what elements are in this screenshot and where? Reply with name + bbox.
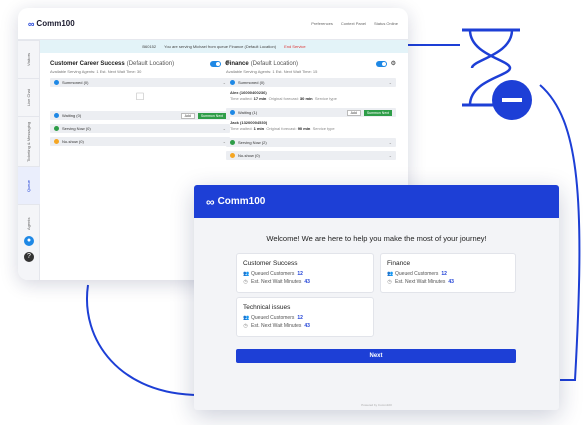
- waiting-icon: [54, 113, 59, 118]
- row-serving[interactable]: Serving Now (2) ⌄: [226, 138, 396, 147]
- panel-title: Finance (Default Location) ⚙: [226, 60, 396, 67]
- serving-icon: [230, 140, 235, 145]
- logo-text: Comm100: [36, 19, 75, 28]
- row-label: No-show (0): [238, 153, 260, 158]
- queued-line: 👥 Queued Customers 12: [387, 270, 447, 277]
- customer-kiosk-window: ∞ Comm100 Welcome! We are here to help y…: [194, 185, 559, 410]
- serving-icon: [54, 126, 59, 131]
- panel-location: (Default Location): [126, 60, 175, 67]
- row-label: Serving Now (2): [238, 140, 267, 145]
- queue-card-technical-issues[interactable]: Technical issues 👥 Queued Customers 12 ◷ E…: [236, 297, 374, 337]
- row-label: Waiting (0): [62, 113, 82, 118]
- preferences-link[interactable]: Preferences: [311, 21, 333, 26]
- queue-card-customer-success[interactable]: Customer Success 👥 Queued Customers 12 ◷ E…: [236, 253, 374, 293]
- wait-line: ◷ Est. Next Wait Minutes 43: [387, 278, 454, 285]
- summon-next-button[interactable]: Summon Next: [197, 112, 226, 119]
- customer-meta: Time waited: 17 min Original forecast: 3…: [230, 96, 337, 101]
- decor-line-left: [86, 284, 201, 396]
- summoned-icon: [230, 80, 235, 85]
- chevron-down-icon[interactable]: ⌄: [389, 140, 392, 145]
- header-links: Preferences Context Panel Status Online: [311, 21, 398, 26]
- panel-location: (Default Location): [250, 60, 299, 67]
- row-summoned[interactable]: Summoned (0) ⌄: [226, 78, 396, 87]
- people-icon: 👥: [243, 314, 250, 321]
- add-button[interactable]: Add: [180, 112, 195, 119]
- no-show-icon: [54, 139, 59, 144]
- queued-line: 👥 Queued Customers 12: [243, 270, 303, 277]
- row-label: Waiting (1): [238, 110, 258, 115]
- end-service-button[interactable]: End Service: [284, 44, 306, 49]
- summon-next-button[interactable]: Summon Next: [363, 109, 392, 116]
- waiting-icon: [230, 110, 235, 115]
- wait-line: ◷ Est. Next Wait Minutes 43: [243, 278, 310, 285]
- queue-toggle[interactable]: [209, 60, 221, 67]
- row-serving[interactable]: Serving Now (0) ⌄: [50, 124, 230, 133]
- add-button[interactable]: Add: [346, 109, 361, 116]
- card-title: Technical issues: [243, 304, 291, 311]
- row-no-show[interactable]: No-show (0) ⌄: [226, 151, 396, 160]
- sidebar-item-live-chat[interactable]: Live Chat: [18, 78, 40, 116]
- row-summoned[interactable]: Summoned (0) ⌄: [50, 78, 230, 87]
- next-button[interactable]: Next: [236, 349, 516, 363]
- status-menu[interactable]: Status Online: [374, 21, 398, 26]
- row-waiting[interactable]: Waiting (0) Add Summon Next: [50, 111, 230, 120]
- panel-title-text: Customer Career Success: [50, 60, 125, 67]
- logo-mark-icon: ∞: [28, 18, 35, 29]
- row-label: No-show (0): [62, 139, 84, 144]
- banner-text: You are serving Michael from queue Finan…: [164, 44, 277, 49]
- sidebar: Visitors Live Chat Ticketing & Messaging…: [18, 40, 40, 280]
- minus-circle-icon: [492, 80, 532, 120]
- row-label: Summoned (0): [62, 80, 89, 85]
- queue-panel-finance: Finance (Default Location) ⚙ Available S…: [226, 60, 396, 160]
- card-title: Finance: [387, 260, 411, 267]
- powered-by: Powered by Comm100: [361, 403, 392, 407]
- chevron-down-icon[interactable]: ⌄: [389, 80, 392, 85]
- panel-subtitle: Available Serving Agents: 1 Est. Next Wa…: [50, 69, 142, 74]
- sidebar-item-ticketing[interactable]: Ticketing & Messaging: [18, 116, 40, 166]
- row-waiting[interactable]: Waiting (1) Add Summon Next: [226, 108, 396, 117]
- gear-icon[interactable]: ⚙: [391, 60, 396, 67]
- comm100-logo: ∞ Comm100: [28, 19, 75, 29]
- kiosk-header: ∞ Comm100: [194, 185, 559, 218]
- clock-icon: ◷: [243, 278, 248, 285]
- panel-subtitle: Available Serving Agents: 1 Est. Next Wa…: [226, 69, 318, 74]
- people-icon: 👥: [243, 270, 250, 277]
- welcome-message: Welcome! We are here to help you make th…: [266, 234, 487, 243]
- agent-console-header: ∞ Comm100 Preferences Context Panel Stat…: [18, 8, 408, 40]
- chevron-down-icon[interactable]: ⌄: [389, 153, 392, 158]
- sidebar-item-queue[interactable]: Queue: [18, 166, 40, 204]
- summoned-icon: [54, 80, 59, 85]
- no-show-icon: [230, 153, 235, 158]
- clock-icon: ◷: [243, 322, 248, 329]
- queue-toggle[interactable]: [375, 60, 387, 67]
- settings-icon[interactable]: ●: [24, 236, 34, 246]
- customer-meta: Time waited: 1 min Original forecast: 90…: [230, 126, 335, 131]
- row-no-show[interactable]: No-show (0) ⌄: [50, 137, 230, 146]
- customer-item[interactable]: Jack (13200004530) Time waited: 1 min Or…: [226, 117, 396, 134]
- row-label: Summoned (0): [238, 80, 265, 85]
- customer-name: Alex (16000400236): [230, 90, 267, 95]
- queue-panel-customer-success: Customer Career Success (Default Locatio…: [50, 60, 230, 146]
- help-icon[interactable]: ?: [24, 252, 34, 262]
- logo-mark-icon: ∞: [206, 194, 215, 209]
- banner-id: B60152: [142, 44, 157, 49]
- stage: ∞ Comm100 Preferences Context Panel Stat…: [0, 0, 586, 425]
- sidebar-item-visitors[interactable]: Visitors: [18, 40, 40, 78]
- clock-icon: ◷: [387, 278, 392, 285]
- wait-line: ◷ Est. Next Wait Minutes 43: [243, 322, 310, 329]
- customer-item[interactable]: Alex (16000400236) Time waited: 17 min O…: [226, 87, 396, 104]
- context-panel-link[interactable]: Context Panel: [341, 21, 366, 26]
- empty-state-icon: ☐: [135, 91, 145, 103]
- panel-title: Customer Career Success (Default Locatio…: [50, 60, 230, 67]
- queued-line: 👥 Queued Customers 12: [243, 314, 303, 321]
- logo-text: Comm100: [217, 196, 266, 207]
- card-title: Customer Success: [243, 260, 298, 267]
- people-icon: 👥: [387, 270, 394, 277]
- row-label: Serving Now (0): [62, 126, 91, 131]
- customer-name: Jack (13200004530): [230, 120, 268, 125]
- queue-card-finance[interactable]: Finance 👥 Queued Customers 12 ◷ Est. Next …: [380, 253, 516, 293]
- serving-banner: B60152 You are serving Michael from queu…: [40, 40, 408, 53]
- panel-title-text: Finance: [226, 60, 249, 67]
